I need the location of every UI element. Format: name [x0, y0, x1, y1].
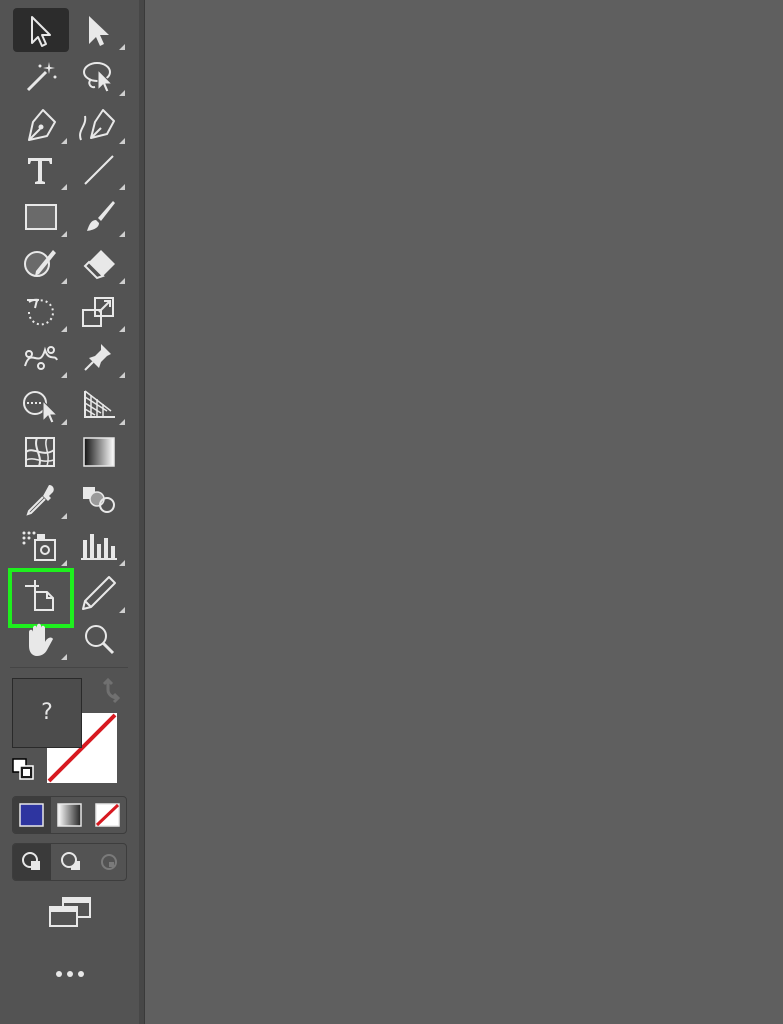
color-mode-group — [12, 796, 127, 834]
column-graph-tool[interactable] — [71, 524, 127, 568]
shape-builder-tool[interactable] — [13, 383, 69, 427]
flyout-indicator — [61, 513, 67, 519]
gradient-icon — [83, 437, 115, 467]
blend-tool[interactable] — [71, 477, 127, 521]
default-fill-stroke-icon[interactable] — [12, 758, 36, 782]
flyout-indicator — [61, 419, 67, 425]
fill-swatch[interactable]: ? — [12, 678, 82, 748]
lasso-tool[interactable] — [71, 54, 127, 98]
flyout-indicator — [61, 138, 67, 144]
curvature-tool[interactable] — [71, 102, 127, 146]
zoom-icon — [85, 625, 115, 655]
gradient-tool[interactable] — [71, 430, 127, 474]
perspective-grid-tool[interactable] — [71, 383, 127, 427]
draw-behind-icon — [61, 852, 80, 870]
slice-tool[interactable] — [71, 571, 127, 615]
rectangle-tool[interactable] — [13, 195, 69, 239]
flyout-indicator — [61, 560, 67, 566]
eraser-tool[interactable] — [71, 242, 127, 286]
rotate-tool[interactable] — [13, 290, 69, 334]
mesh-icon — [25, 437, 55, 467]
flyout-indicator — [119, 326, 125, 332]
selection-arrow-icon — [31, 16, 51, 47]
more-tools-ellipsis-icon[interactable] — [55, 966, 85, 980]
draw-normal-icon — [22, 852, 40, 870]
gradient-mode-button[interactable] — [51, 797, 89, 833]
shaper-tool[interactable] — [13, 242, 69, 286]
puppet-warp-tool[interactable] — [13, 336, 69, 380]
draw-behind-button[interactable] — [51, 844, 89, 880]
symbol-sprayer-tool[interactable] — [13, 524, 69, 568]
document-canvas[interactable] — [145, 0, 783, 1024]
free-transform-tool[interactable] — [71, 336, 127, 380]
blend-icon — [83, 487, 115, 513]
flyout-indicator — [61, 278, 67, 284]
flyout-indicator — [61, 231, 67, 237]
flyout-indicator — [119, 90, 125, 96]
none-mode-button[interactable] — [89, 797, 127, 833]
gradient-swatch-icon — [57, 803, 82, 827]
toolbar-separator — [10, 667, 128, 668]
flyout-indicator — [61, 184, 67, 190]
swap-fill-stroke-icon[interactable] — [96, 678, 124, 704]
magic-wand-icon — [26, 62, 57, 92]
none-swatch-icon — [95, 803, 120, 827]
solid-color-icon — [19, 803, 44, 827]
color-mode-button[interactable] — [13, 797, 51, 833]
type-tool[interactable] — [13, 148, 69, 192]
flyout-indicator — [61, 372, 67, 378]
magic-wand-tool[interactable] — [13, 54, 69, 98]
flyout-indicator — [119, 560, 125, 566]
hand-tool[interactable] — [13, 618, 69, 662]
pen-tool[interactable] — [13, 102, 69, 146]
draw-normal-button[interactable] — [13, 844, 51, 880]
direct-selection-tool[interactable] — [71, 8, 127, 52]
screen-mode-icon[interactable] — [47, 895, 93, 929]
flyout-indicator — [119, 44, 125, 50]
flyout-indicator — [119, 184, 125, 190]
mesh-tool[interactable] — [13, 430, 69, 474]
draw-inside-icon — [101, 854, 117, 870]
flyout-indicator — [119, 138, 125, 144]
zoom-tool[interactable] — [71, 618, 127, 662]
artboard-tool[interactable] — [8, 568, 74, 628]
flyout-indicator — [119, 231, 125, 237]
scale-tool[interactable] — [71, 290, 127, 334]
flyout-indicator — [119, 607, 125, 613]
flyout-indicator — [61, 326, 67, 332]
flyout-indicator — [119, 419, 125, 425]
flyout-indicator — [61, 654, 67, 660]
draw-mode-group — [12, 843, 127, 881]
draw-inside-button[interactable] — [89, 844, 127, 880]
flyout-indicator — [119, 278, 125, 284]
selection-tool[interactable] — [13, 8, 69, 52]
fill-unknown-label: ? — [41, 700, 53, 725]
line-segment-tool[interactable] — [71, 148, 127, 192]
artboard-icon — [25, 580, 54, 611]
paintbrush-tool[interactable] — [71, 195, 127, 239]
flyout-indicator — [119, 372, 125, 378]
eyedropper-tool[interactable] — [13, 477, 69, 521]
tools-panel: ? — [0, 0, 139, 1024]
